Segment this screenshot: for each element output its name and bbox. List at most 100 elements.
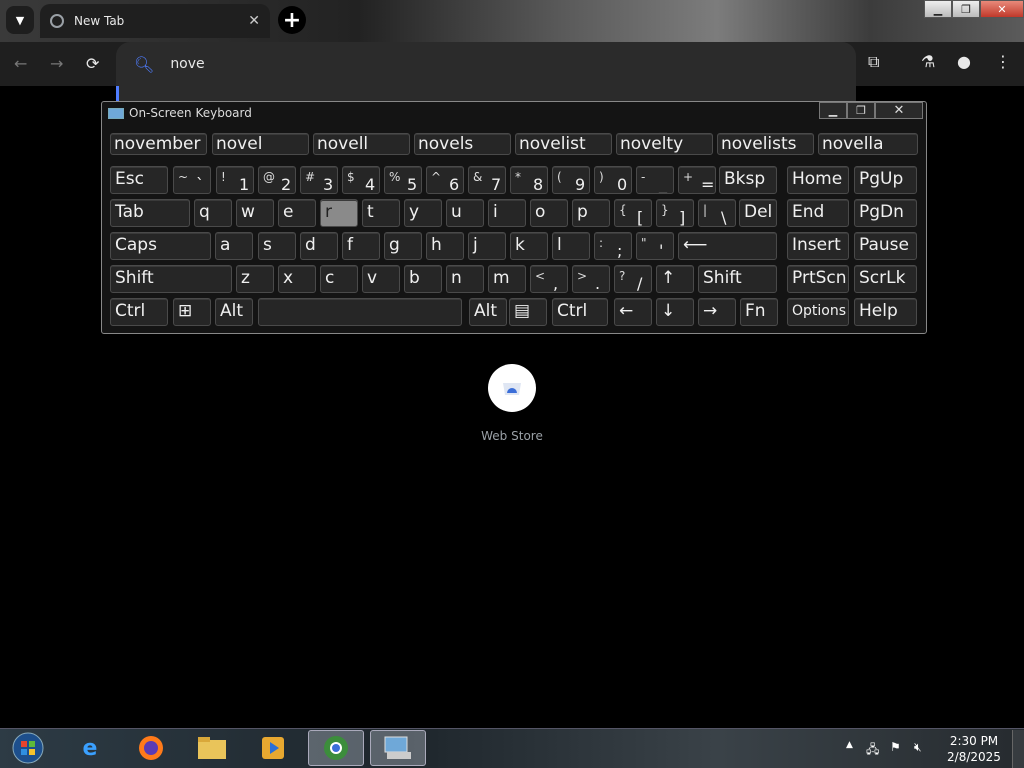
profile-icon[interactable]: ●	[957, 52, 971, 71]
windows-start-icon[interactable]	[0, 730, 56, 766]
key-row1-13[interactable]: + =	[678, 166, 716, 194]
key-row2-1[interactable]: q	[194, 199, 232, 227]
omnibox-text[interactable]: nove	[170, 56, 204, 72]
key-row1-1[interactable]: ~ `	[173, 166, 211, 194]
key-row1-8[interactable]: & 7	[468, 166, 506, 194]
key-row3-12[interactable]: ⟵	[678, 232, 777, 260]
omnibox[interactable]: 🔍︎ nove	[116, 42, 856, 86]
key-row5-4[interactable]: Alt	[469, 298, 507, 326]
prediction-4[interactable]: novelist	[515, 133, 612, 155]
prediction-6[interactable]: novelists	[717, 133, 814, 155]
key-row1-14[interactable]: Bksp	[719, 166, 777, 194]
tab-close-icon[interactable]: ✕	[248, 13, 260, 29]
key-row2-16[interactable]: PgDn	[854, 199, 917, 227]
key-row4-14[interactable]: ScrLk	[854, 265, 917, 293]
key-row1-0[interactable]: Esc	[110, 166, 168, 194]
key-row5-12[interactable]: Help	[854, 298, 917, 326]
key-row5-0[interactable]: Ctrl	[110, 298, 168, 326]
forward-button[interactable]: →	[50, 54, 63, 73]
maximize-button[interactable]: ❐	[952, 0, 980, 18]
key-row3-0[interactable]: Caps	[110, 232, 211, 260]
prediction-7[interactable]: novella	[818, 133, 918, 155]
osk-close-button[interactable]: ✕	[875, 102, 923, 119]
action-center-flag-icon[interactable]: ⚑	[890, 740, 901, 754]
tray-expand-icon[interactable]: ▲	[846, 740, 853, 750]
key-row5-10[interactable]: Fn	[740, 298, 778, 326]
key-row4-10[interactable]: ? /	[614, 265, 652, 293]
network-icon[interactable]: 🖧︎	[866, 740, 879, 761]
key-row1-9[interactable]: * 8	[510, 166, 548, 194]
prediction-1[interactable]: novel	[212, 133, 309, 155]
internet-explorer-icon[interactable]: e	[62, 730, 118, 766]
key-row4-8[interactable]: <,	[530, 265, 568, 293]
key-row5-3[interactable]	[258, 298, 462, 326]
key-row4-13[interactable]: PrtScn	[787, 265, 849, 293]
key-row5-7[interactable]: ←	[614, 298, 652, 326]
key-row3-9[interactable]: l	[552, 232, 590, 260]
key-row3-5[interactable]: g	[384, 232, 422, 260]
key-row4-0[interactable]: Shift	[110, 265, 232, 293]
key-row1-7[interactable]: ^ 6	[426, 166, 464, 194]
key-row2-15[interactable]: End	[787, 199, 849, 227]
key-row5-1[interactable]: ⊞	[173, 298, 211, 326]
key-row1-11[interactable]: ) 0	[594, 166, 632, 194]
key-row5-2[interactable]: Alt	[215, 298, 253, 326]
key-row1-2[interactable]: ! 1	[216, 166, 254, 194]
key-row2-7[interactable]: u	[446, 199, 484, 227]
key-row4-1[interactable]: z	[236, 265, 274, 293]
osk-minimize-button[interactable]: ▁	[819, 102, 847, 119]
key-row1-4[interactable]: #3	[300, 166, 338, 194]
key-row4-7[interactable]: m	[488, 265, 526, 293]
key-row3-14[interactable]: Pause	[854, 232, 917, 260]
key-row3-4[interactable]: f	[342, 232, 380, 260]
osk-maximize-button[interactable]: ❐	[847, 102, 875, 119]
prediction-0[interactable]: november	[110, 133, 207, 155]
tab-search-button[interactable]: ▼	[6, 6, 34, 34]
menu-icon[interactable]: ⋮	[995, 52, 1011, 71]
key-row4-4[interactable]: v	[362, 265, 400, 293]
key-row2-4[interactable]: r	[320, 199, 358, 227]
key-row4-6[interactable]: n	[446, 265, 484, 293]
key-row2-11[interactable]: {[	[614, 199, 652, 227]
prediction-3[interactable]: novels	[414, 133, 511, 155]
key-row1-16[interactable]: PgUp	[854, 166, 917, 194]
key-row2-14[interactable]: Del	[739, 199, 777, 227]
key-row5-6[interactable]: Ctrl	[552, 298, 608, 326]
key-row3-1[interactable]: a	[215, 232, 253, 260]
key-row1-15[interactable]: Home	[787, 166, 849, 194]
extensions-icon[interactable]: ⧉	[868, 52, 879, 72]
key-row2-0[interactable]: Tab	[110, 199, 190, 227]
minimize-button[interactable]: ▁	[924, 0, 952, 18]
key-row5-11[interactable]: Options	[787, 298, 849, 326]
key-row1-5[interactable]: $4	[342, 166, 380, 194]
show-desktop-button[interactable]	[1012, 730, 1024, 768]
key-row2-12[interactable]: }]	[656, 199, 694, 227]
key-row3-3[interactable]: d	[300, 232, 338, 260]
key-row3-7[interactable]: j	[468, 232, 506, 260]
key-row4-3[interactable]: c	[320, 265, 358, 293]
key-row1-10[interactable]: (9	[552, 166, 590, 194]
key-row3-2[interactable]: s	[258, 232, 296, 260]
volume-muted-icon[interactable]: 🔇︎	[914, 740, 922, 755]
key-row2-13[interactable]: | \	[698, 199, 736, 227]
back-button[interactable]: ←	[14, 54, 27, 73]
key-row4-2[interactable]: x	[278, 265, 316, 293]
key-row4-9[interactable]: >.	[572, 265, 610, 293]
key-row3-10[interactable]: :;	[594, 232, 632, 260]
tab-new-tab[interactable]: New Tab ✕	[40, 4, 270, 38]
key-row3-13[interactable]: Insert	[787, 232, 849, 260]
file-explorer-icon[interactable]	[184, 730, 240, 766]
key-row5-8[interactable]: ↓	[656, 298, 694, 326]
key-row2-10[interactable]: p	[572, 199, 610, 227]
key-row2-6[interactable]: y	[404, 199, 442, 227]
key-row4-11[interactable]: ↑	[656, 265, 694, 293]
key-row3-6[interactable]: h	[426, 232, 464, 260]
new-tab-button[interactable]: +	[278, 6, 306, 34]
prediction-2[interactable]: novell	[313, 133, 410, 155]
key-row2-5[interactable]: t	[362, 199, 400, 227]
chrome-icon[interactable]	[308, 730, 364, 766]
labs-icon[interactable]: ⚗	[921, 52, 935, 71]
key-row1-6[interactable]: % 5	[384, 166, 422, 194]
key-row2-3[interactable]: e	[278, 199, 316, 227]
key-row3-8[interactable]: k	[510, 232, 548, 260]
